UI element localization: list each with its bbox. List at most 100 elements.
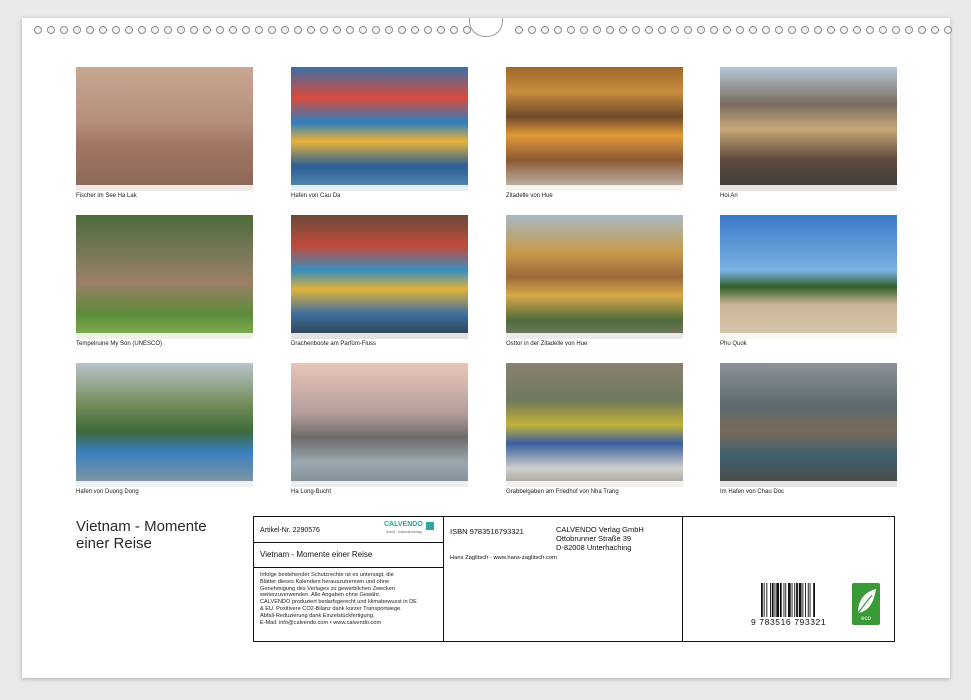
photo-caption: Drachenboote am Parfüm-Fluss [291,341,377,347]
binding-hole [398,26,406,34]
barcode-bar [774,583,776,617]
binding-hole [840,26,848,34]
barcode-bar [779,583,782,617]
binding-hole [372,26,380,34]
binding-hole [411,26,419,34]
eco-label: eco [861,616,871,622]
gate-image [506,215,683,339]
binding-hole [320,26,328,34]
publisher-line-1: CALVENDO Verlag GmbH [556,525,644,534]
fine-print-line: Blätter dieses Kalenders herauszutrennen… [260,578,390,585]
binding-hole [554,26,562,34]
binding-hole [723,26,731,34]
binding-hole [385,26,393,34]
barcode-bar [776,583,779,617]
binding-hole [801,26,809,34]
binding-hole [775,26,783,34]
binding-hole [333,26,341,34]
title-line-1: Vietnam - Momente [76,518,207,535]
barcode-bar [763,583,765,617]
calendar-date-strip [720,481,897,487]
hdivider-2 [254,567,443,568]
binding-hole [671,26,679,34]
binding-hole [203,26,211,34]
binding-hole [151,26,159,34]
binding-hole [697,26,705,34]
binding-hole [593,26,601,34]
binding-hole [112,26,120,34]
calendar-date-strip [76,481,253,487]
photo-caption: Fischer im See Ha Lak [76,193,137,199]
eco-badge: eco [852,583,880,625]
binding-hole [229,26,237,34]
publisher-line-3: D-82008 Unterhaching [556,543,632,552]
photo-caption: Hoi An [720,193,738,199]
binding-hole [905,26,913,34]
title-line-2: einer Reise [76,535,152,552]
binding-hole [528,26,536,34]
article-number: Artikel-Nr. 2290576 [260,527,320,534]
photo-caption: Phu Quok [720,341,747,347]
photo-caption: Grabbeigaben am Friedhof von Nha Trang [506,489,619,495]
divider-1 [443,517,444,641]
calendar-date-strip [506,333,683,339]
binding-hole [281,26,289,34]
author: Hans Zaglitsch - www.hans-zaglitsch.com [450,555,557,561]
binding-hole [86,26,94,34]
publisher: CALVENDO Verlag GmbH Ottobrunner Straße … [556,525,644,552]
barcode-bar [785,583,787,617]
photo-caption: Ha Long-Bucht [291,489,332,495]
binding-hole [619,26,627,34]
photo-caption: Hafen von Duong Dong [76,489,139,495]
fine-print-line: & EU. Positivere CO2-Bilanz dank kurzer … [260,605,402,612]
street-image [720,67,897,191]
harbor-boats-image [291,67,468,191]
binding-hole [645,26,653,34]
binding-hole [918,26,926,34]
calendar-date-strip [291,185,468,191]
binding-hole [515,26,523,34]
calendar-date-strip [506,185,683,191]
binding-hole [294,26,302,34]
binding-hole [268,26,276,34]
barcode-bar [791,583,793,617]
barcode-bar [788,583,791,617]
barcode-bar [794,583,796,617]
binding-hole [73,26,81,34]
binding-hole [710,26,718,34]
divider-2 [682,517,683,641]
binding-hole [60,26,68,34]
binding-hole [606,26,614,34]
fine-print-line: Genehmigung des Verlages zu gewerblichen… [260,585,395,592]
barcode-bar [813,583,815,617]
binding-hole [125,26,133,34]
barcode-bar [771,583,774,617]
logo-square-icon [426,522,434,530]
calendar-date-strip [291,481,468,487]
barcode-bar [770,583,771,617]
barcode-bar [761,583,763,617]
fine-print-line: CALVENDO produziert bedarfsgerecht und k… [260,599,417,606]
binding-hole [190,26,198,34]
binding-hole [424,26,432,34]
binding-hole [944,26,952,34]
fine-print: Infolge bestehender Schutzrechte ist es … [260,572,417,626]
binding-hole [99,26,107,34]
calendar-date-strip [76,185,253,191]
info-title: Vietnam - Momente einer Reise [260,550,373,559]
binding-hole [931,26,939,34]
binding-hole [34,26,42,34]
barcode-bar [809,583,811,617]
photo-caption: Zitadelle von Hue [506,193,553,199]
binding-hole [541,26,549,34]
binding-hole [177,26,185,34]
fine-print-line: Infolge bestehender Schutzrechte ist es … [260,572,394,578]
barcode-digits: 9 783516 793321 [751,617,827,627]
fine-print-line: E-Mail: info@calvendo.com • www.calvendo… [260,619,382,626]
binding-hole [567,26,575,34]
rowing-boats-image [720,363,897,487]
photo-caption: Osttor in der Zitadelle von Hue [506,341,588,347]
logo-subtitle: Kunst · Kalenderverlag [386,530,422,534]
calvendo-logo: CALVENDO [384,521,423,528]
binding-hole [853,26,861,34]
